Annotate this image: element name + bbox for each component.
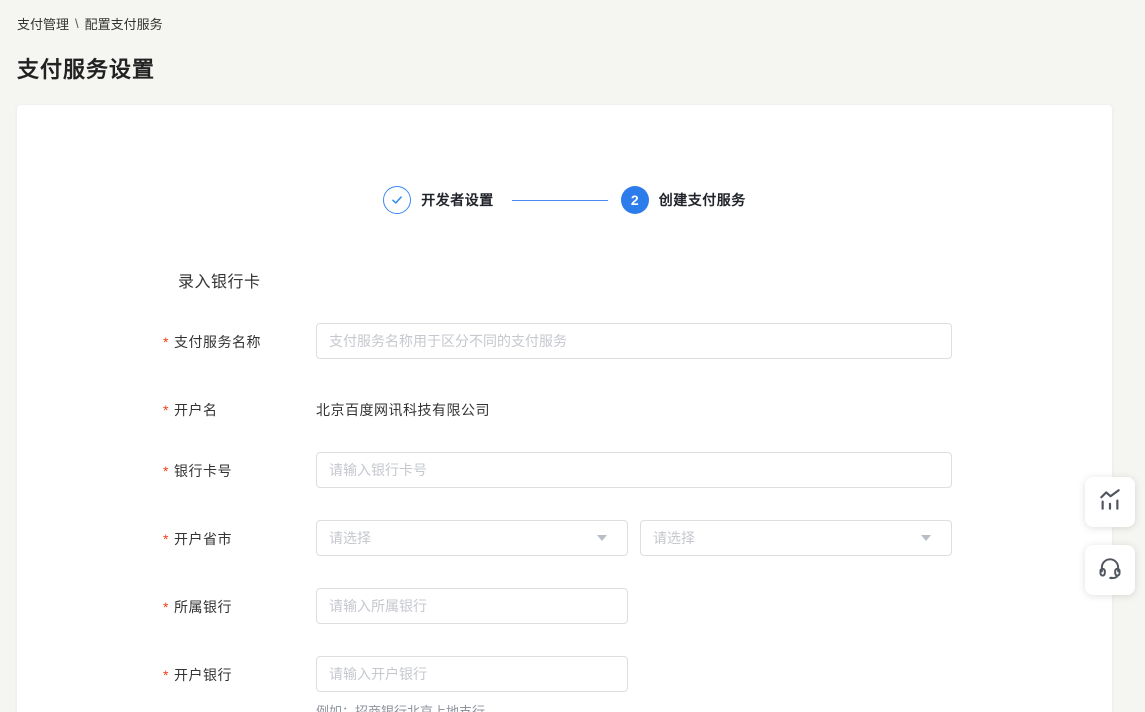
form-row-service-name: *支付服务名称 <box>163 323 1112 359</box>
card-number-input[interactable] <box>316 452 952 488</box>
form-row-opening-bank: *开户银行 例如：招商银行北京上地支行 <box>163 656 1112 712</box>
province-select[interactable]: 请选择 <box>316 520 628 556</box>
form-row-account-name: *开户名 北京百度网讯科技有限公司 <box>163 391 1112 420</box>
page-title: 支付服务设置 <box>17 52 1145 84</box>
stepper: 开发者设置 2 创建支付服务 <box>17 105 1112 214</box>
field-label-card-number: *银行卡号 <box>163 452 316 488</box>
breadcrumb: 支付管理 \ 配置支付服务 <box>0 0 1145 33</box>
breadcrumb-item-configure-payment-service: 配置支付服务 <box>85 14 163 33</box>
opening-bank-hint: 例如：招商银行北京上地支行 <box>316 701 1112 712</box>
customer-service-float-button[interactable] <box>1085 545 1135 595</box>
step-completed-check-icon <box>383 186 411 214</box>
step-developer-settings[interactable]: 开发者设置 <box>383 186 494 214</box>
step-number-badge: 2 <box>621 186 649 214</box>
required-asterisk: * <box>163 334 169 350</box>
breadcrumb-item-payment-management[interactable]: 支付管理 <box>17 14 69 33</box>
field-label-account-name: *开户名 <box>163 391 316 420</box>
form-row-province-city: *开户省市 请选择 请选择 <box>163 520 1112 556</box>
step-label-developer-settings: 开发者设置 <box>421 190 494 210</box>
form-row-card-number: *银行卡号 <box>163 452 1112 488</box>
breadcrumb-separator: \ <box>75 16 79 31</box>
service-name-input[interactable] <box>316 323 952 359</box>
form-row-bank: *所属银行 <box>163 588 1112 624</box>
city-select[interactable]: 请选择 <box>640 520 952 556</box>
stepper-connector-line <box>512 200 608 201</box>
opening-bank-input[interactable] <box>316 656 628 692</box>
required-asterisk: * <box>163 599 169 615</box>
headset-icon <box>1097 555 1123 586</box>
required-asterisk: * <box>163 531 169 547</box>
account-name-value: 北京百度网讯科技有限公司 <box>316 391 1112 420</box>
field-label-bank: *所属银行 <box>163 588 316 624</box>
payment-service-card: 开发者设置 2 创建支付服务 录入银行卡 *支付服务名称 *开户名 北京百度网讯… <box>17 105 1112 712</box>
required-asterisk: * <box>163 463 169 479</box>
field-label-opening-bank: *开户银行 <box>163 656 316 712</box>
bank-card-form: 录入银行卡 *支付服务名称 *开户名 北京百度网讯科技有限公司 *银行卡号 <box>17 268 1112 712</box>
stats-chart-icon <box>1097 487 1123 518</box>
chevron-down-icon <box>597 535 607 541</box>
stats-float-button[interactable] <box>1085 477 1135 527</box>
field-label-province-city: *开户省市 <box>163 520 316 556</box>
section-title-enter-bank-card: 录入银行卡 <box>178 268 1112 292</box>
bank-input[interactable] <box>316 588 628 624</box>
required-asterisk: * <box>163 402 169 418</box>
required-asterisk: * <box>163 667 169 683</box>
chevron-down-icon <box>921 535 931 541</box>
step-label-create-payment-service: 创建支付服务 <box>659 190 746 210</box>
step-create-payment-service: 2 创建支付服务 <box>621 186 746 214</box>
field-label-service-name: *支付服务名称 <box>163 323 316 359</box>
